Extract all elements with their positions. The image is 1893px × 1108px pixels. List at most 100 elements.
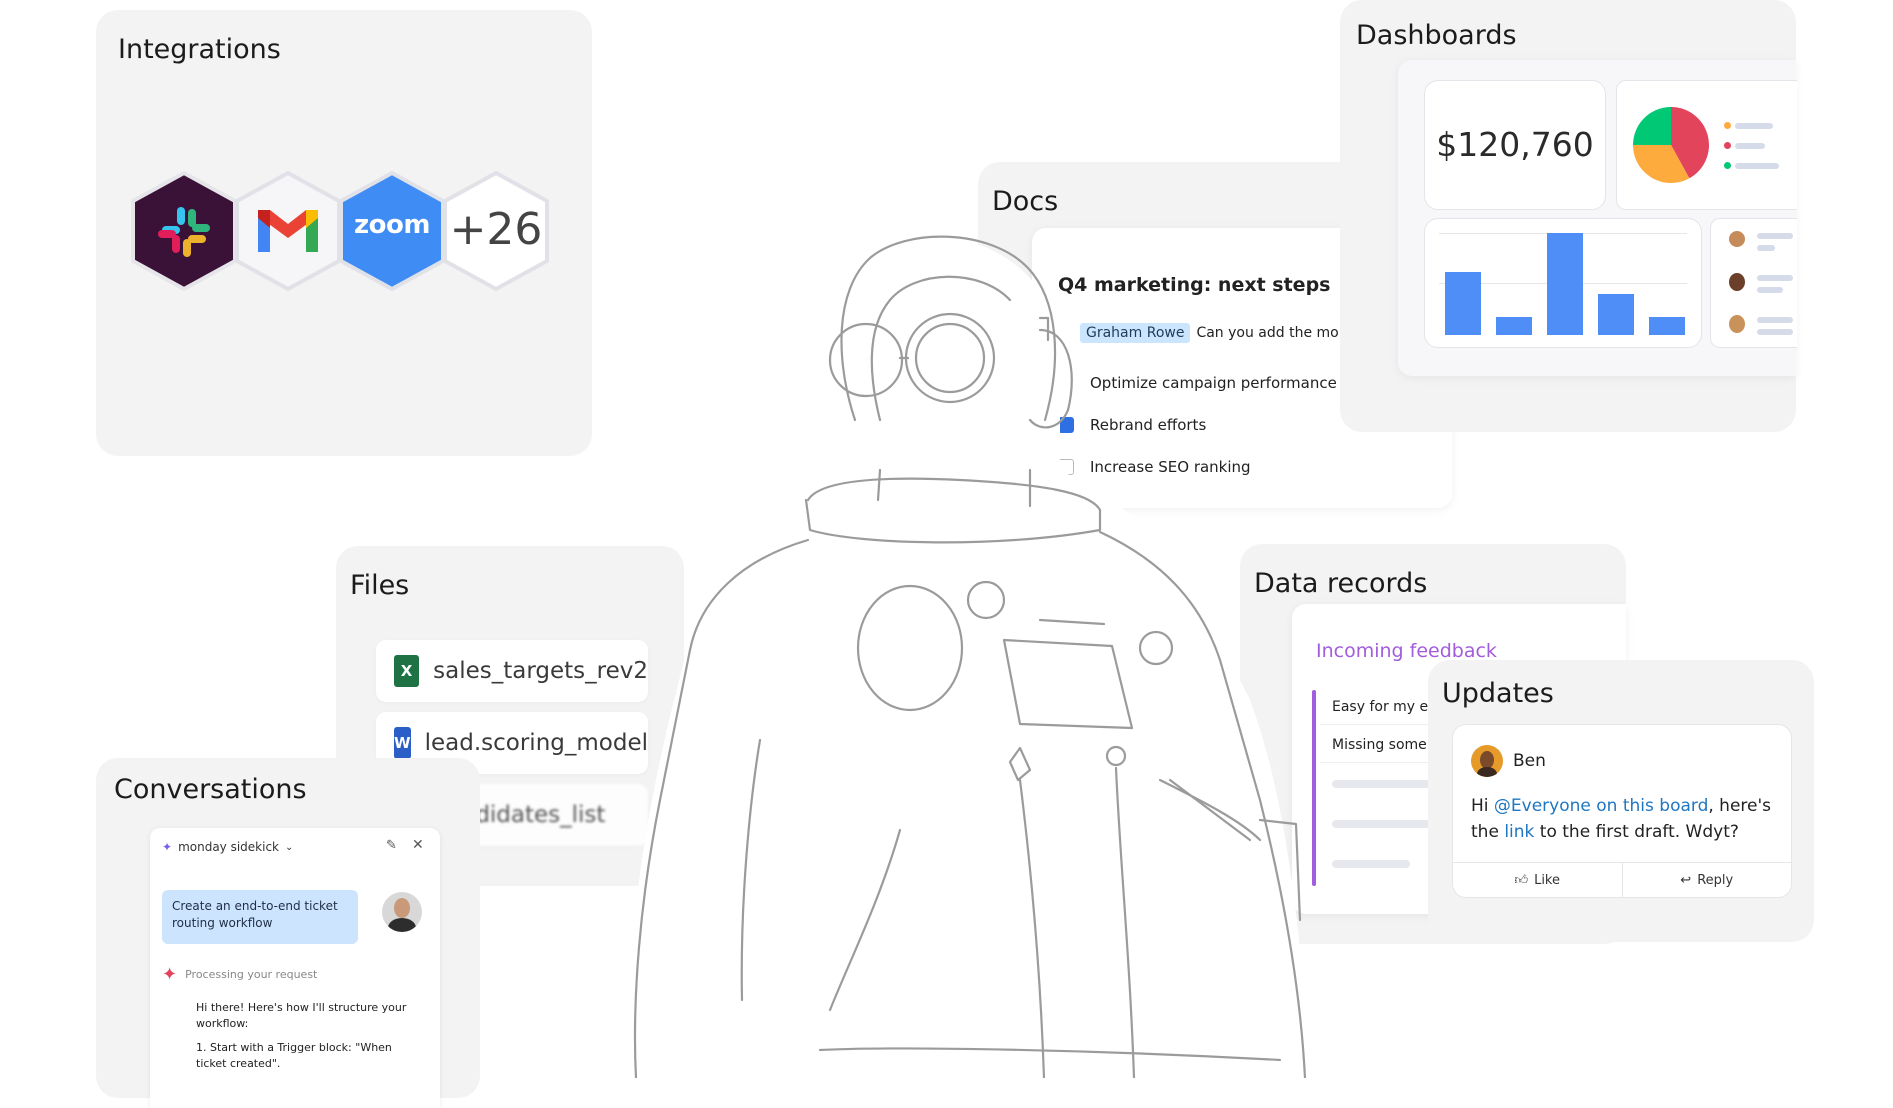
- legend-line: [1735, 163, 1779, 169]
- docs-title: Docs: [992, 186, 1059, 217]
- zoom-icon[interactable]: zoom: [338, 170, 446, 292]
- inline-link[interactable]: link: [1504, 822, 1534, 842]
- placeholder-line: [1757, 245, 1775, 251]
- doc-item-label: Increase SEO ranking: [1090, 458, 1251, 476]
- bar-3: [1547, 233, 1583, 335]
- checkbox-checked[interactable]: [1058, 417, 1074, 433]
- thumbs-up-icon: 👍︎: [1514, 872, 1529, 888]
- bar-2: [1496, 317, 1532, 335]
- avatar: [1729, 273, 1745, 291]
- update-actions: 👍︎ Like ↩ Reply: [1453, 862, 1791, 897]
- assistant-name: monday sidekick: [178, 840, 280, 854]
- excel-icon: X: [394, 655, 420, 687]
- people-widget[interactable]: [1710, 218, 1797, 348]
- slack-icon[interactable]: [130, 170, 238, 292]
- avatar: [1729, 231, 1745, 247]
- integrations-title: Integrations: [118, 34, 281, 65]
- user-message-bubble: Create an end-to-end ticket routing work…: [162, 890, 358, 944]
- user-message: Create an end-to-end ticket routing work…: [172, 899, 338, 930]
- conversations-title: Conversations: [114, 774, 307, 805]
- placeholder-line: [1757, 233, 1793, 239]
- sidekick-header: ✦ monday sidekick ⌄: [162, 840, 293, 854]
- docs-heading: Q4 marketing: next steps: [1058, 274, 1331, 296]
- pie-slice-3: [1633, 107, 1671, 145]
- doc-checklist-item[interactable]: Increase SEO ranking: [1058, 458, 1251, 476]
- word-icon: W: [394, 727, 411, 759]
- avatar: [382, 892, 422, 932]
- bar-4: [1598, 294, 1634, 335]
- pie-widget[interactable]: [1616, 80, 1797, 210]
- update-author[interactable]: Ben: [1513, 751, 1546, 771]
- doc-item-label: Rebrand efforts: [1090, 416, 1207, 434]
- checkbox-unchecked[interactable]: [1058, 375, 1074, 391]
- board-title: Incoming feedback: [1316, 640, 1497, 662]
- avatar: [1729, 315, 1745, 333]
- mention-link[interactable]: @Everyone on this board: [1494, 796, 1708, 816]
- legend-dot-green: [1724, 162, 1731, 169]
- data-records-title: Data records: [1254, 568, 1428, 599]
- sparkle-icon: ✦: [162, 840, 173, 854]
- placeholder-line: [1757, 275, 1793, 281]
- updates-card: Updates Ben Hi @Everyone on this board, …: [1428, 660, 1814, 942]
- placeholder-line: [1332, 780, 1442, 788]
- reply-line: Hi there! Here's how I'll structure your…: [196, 1001, 407, 1030]
- docs-mention-row: Graham Rowe Can you add the monthly: [1080, 323, 1374, 343]
- bar-chart-widget[interactable]: [1424, 218, 1702, 348]
- placeholder-line: [1757, 287, 1783, 293]
- conversations-card: Conversations ✦ monday sidekick ⌄ ✎ ✕ Cr…: [96, 758, 480, 1108]
- bar-5: [1649, 317, 1685, 335]
- message-text: to the first draft. Wdyt?: [1534, 822, 1739, 842]
- board-row-label: Easy for my e: [1332, 699, 1429, 715]
- legend-line: [1735, 123, 1773, 129]
- legend-dot-red: [1724, 142, 1731, 149]
- processing-status: Processing your request: [185, 968, 318, 981]
- mention-tag[interactable]: Graham Rowe: [1080, 323, 1191, 343]
- doc-checklist-item[interactable]: Optimize campaign performance: [1058, 374, 1337, 392]
- update-message: Hi @Everyone on this board, here's the l…: [1471, 793, 1775, 845]
- reply-button[interactable]: ↩ Reply: [1623, 863, 1792, 897]
- group-color-bar: [1312, 690, 1316, 886]
- sidekick-panel: ✦ monday sidekick ⌄ ✎ ✕ Create an end-to…: [150, 828, 440, 1108]
- status-row: ✦ Processing your request: [162, 964, 317, 985]
- reply-line: 1. Start with a Trigger block: "When tic…: [196, 1041, 392, 1070]
- reply-label: Reply: [1697, 872, 1734, 888]
- reply-icon: ↩: [1680, 872, 1692, 888]
- assistant-reply: Hi there! Here's how I'll structure your…: [196, 1000, 416, 1072]
- dashboards-card: Dashboards $120,760: [1340, 0, 1797, 432]
- gmail-icon[interactable]: [234, 170, 342, 292]
- chevron-down-icon[interactable]: ⌄: [285, 842, 293, 853]
- like-button[interactable]: 👍︎ Like: [1453, 863, 1623, 897]
- updates-title: Updates: [1442, 678, 1554, 709]
- bar-1: [1445, 272, 1481, 335]
- edit-icon[interactable]: ✎: [386, 838, 397, 853]
- integrations-card: Integrations zoom +26: [96, 10, 592, 456]
- file-name: sales_targets_rev2: [433, 658, 648, 684]
- close-icon[interactable]: ✕: [412, 837, 424, 853]
- placeholder-line: [1332, 820, 1442, 828]
- bar-series: [1425, 219, 1701, 347]
- legend-dot-orange: [1724, 122, 1731, 129]
- file-name: lead.scoring_model: [424, 730, 648, 756]
- message-text: Hi: [1471, 796, 1494, 816]
- file-item[interactable]: X sales_targets_rev2: [376, 640, 648, 702]
- update-post: Ben Hi @Everyone on this board, here's t…: [1452, 724, 1792, 898]
- sparkle-icon: ✦: [162, 964, 178, 985]
- legend-line: [1735, 143, 1765, 149]
- doc-checklist-item[interactable]: Rebrand efforts: [1058, 416, 1206, 434]
- avatar: [1471, 745, 1503, 777]
- doc-item-label: Optimize campaign performance: [1090, 374, 1337, 392]
- placeholder-line: [1757, 317, 1793, 323]
- zoom-label: zoom: [354, 210, 430, 240]
- dashboards-title: Dashboards: [1356, 20, 1517, 51]
- like-label: Like: [1534, 872, 1560, 888]
- board-row-label: Missing some: [1332, 737, 1427, 753]
- more-count: +26: [449, 204, 543, 255]
- files-title: Files: [350, 570, 410, 601]
- kpi-value: $120,760: [1436, 125, 1594, 164]
- checkbox-unchecked[interactable]: [1058, 459, 1074, 475]
- placeholder-line: [1757, 329, 1793, 335]
- pie-chart: [1633, 107, 1709, 183]
- more-integrations-badge[interactable]: +26: [442, 170, 550, 292]
- placeholder-line: [1332, 860, 1410, 868]
- kpi-widget[interactable]: $120,760: [1424, 80, 1606, 210]
